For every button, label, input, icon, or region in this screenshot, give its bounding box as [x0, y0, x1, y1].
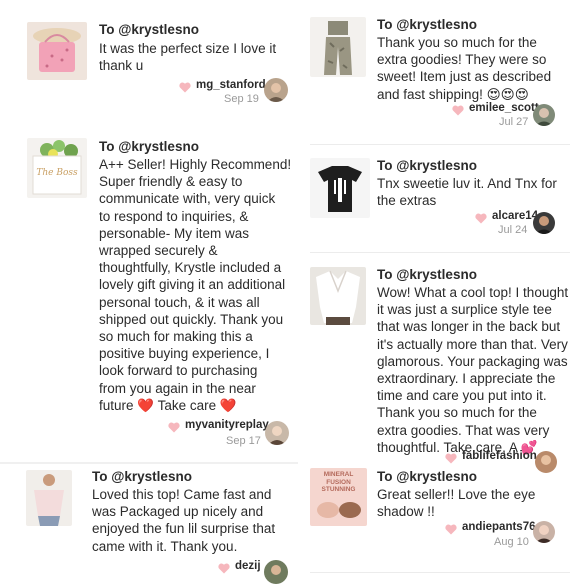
review-text-line: was Packaged up nicely and [92, 504, 264, 520]
review-recipient: To @krystlesno [377, 17, 477, 32]
review-signoff: fablifefashion [445, 450, 537, 463]
review-text-line: personable- My item was [99, 225, 250, 241]
reviewer-username[interactable]: andiepants76 [462, 521, 536, 533]
reviewer-avatar[interactable] [535, 451, 557, 473]
heart-icon [475, 211, 487, 223]
review-date: Jul 24 [498, 224, 528, 236]
review-text-line: glamorous. Your packaging was [377, 353, 568, 369]
review-text-line: It was the perfect size I love it [99, 41, 277, 56]
divider [0, 462, 298, 464]
review-text: Wow! What a cool top! I thought it was j… [377, 284, 568, 456]
review-date: Sep 17 [226, 435, 261, 447]
review-text-line: the extras [377, 193, 437, 209]
review-text-line: A++ Seller! Highly Recommend! [99, 157, 292, 172]
review-text-line: Wow! What a cool top! I thought [377, 285, 569, 300]
review-text-line: Thank you so much for the [377, 35, 537, 50]
review-recipient: To @krystlesno [92, 469, 192, 484]
palette-label: MINERAL FUSION STUNNING [321, 471, 356, 493]
review-text-line: extra goodies! They were so [377, 52, 547, 68]
review-text-line: it's actually more than that. Very [377, 336, 568, 352]
reviewer-username[interactable]: mg_stanford [196, 79, 266, 91]
review-date: Jul 27 [499, 116, 529, 128]
review-signoff: alcare14 [475, 210, 538, 223]
review-date: Aug 10 [494, 536, 529, 548]
review-text-line: lovely gift giving it an additional [99, 277, 286, 293]
review-recipient: To @krystlesno [99, 139, 199, 154]
pink-bag-thumbnail[interactable] [27, 22, 87, 80]
white-top-thumbnail[interactable] [310, 267, 366, 325]
heart-icon [445, 451, 457, 463]
review-text-line: thank u [99, 58, 144, 74]
reviewer-username[interactable]: myvanityreplay [185, 419, 269, 431]
heart-icon [218, 561, 230, 573]
review-text-line: personal touch, & it was all [99, 294, 260, 310]
reviewer-username[interactable]: emilee_scott [469, 102, 539, 114]
review-signoff: andiepants76 [445, 521, 536, 534]
review-signoff: dezij [218, 560, 261, 573]
review-text-line: enjoyed the fun lil surprise that [92, 521, 276, 537]
review-text: Thank you so much for the extra goodies!… [377, 34, 551, 103]
black-tee-thumbnail[interactable] [310, 158, 370, 218]
review-text: Loved this top! Came fast and was Packag… [92, 486, 275, 555]
divider [310, 252, 570, 253]
heart-icon [445, 522, 457, 534]
box-label: The Boss [36, 168, 78, 178]
reviewer-avatar[interactable] [533, 104, 555, 126]
review-text: A++ Seller! Highly Recommend! Super frie… [99, 156, 291, 414]
review-text-line: sweet! Item just as described [377, 69, 552, 85]
review-text: Tnx sweetie luv it. And Tnx for the extr… [377, 175, 557, 209]
review-text-line: Loved this top! Came fast and [92, 487, 272, 502]
review-text-line: shadow !! [377, 504, 435, 520]
review-text-line: Thank you so much for the [377, 405, 537, 421]
review-text-line: Great seller!! Love the eye [377, 487, 536, 502]
review-text-line: Super friendly & easy to [99, 174, 243, 190]
review-recipient: To @krystlesno [377, 469, 477, 484]
reviewer-avatar[interactable] [264, 560, 288, 584]
divider [310, 144, 570, 145]
review-signoff: emilee_scott [452, 102, 539, 115]
review-text-line: time and care you put into it. [377, 388, 547, 404]
review-recipient: To @krystlesno [377, 158, 477, 173]
eyeshadow-palette-thumbnail[interactable]: MINERAL FUSION STUNNING [310, 468, 367, 526]
review-text-line: extra goodies. That was very [377, 422, 550, 438]
review-text: It was the perfect size I love it thank … [99, 40, 276, 74]
review-text-line: that was longer in the back but [377, 319, 561, 335]
review-text-line: it was just a surplice style tee [377, 302, 552, 318]
off-shoulder-top-thumbnail[interactable] [26, 470, 72, 526]
review-text-line: extraordinary. I appreciate the [377, 371, 556, 387]
heart-icon [452, 103, 464, 115]
review-recipient: To @krystlesno [377, 267, 477, 282]
the-boss-box-thumbnail[interactable]: The Boss [27, 138, 87, 198]
reviewer-avatar[interactable] [264, 78, 288, 102]
reviewer-avatar[interactable] [265, 421, 289, 445]
review-text-line: and fast shipping! 😍😍😍 [377, 86, 529, 102]
divider [310, 572, 570, 573]
review-recipient: To @krystlesno [99, 22, 199, 37]
review-text-line: thoughtfully, Krystle included a [99, 260, 282, 276]
review-text-line: so much for making this a [99, 329, 253, 345]
reviewer-username[interactable]: dezij [235, 560, 261, 572]
review-text-line: communicate with, very quick [99, 191, 276, 207]
review-signoff: myvanityreplay [168, 419, 269, 432]
reviewer-avatar[interactable] [533, 212, 555, 234]
review-text-line: wrapped securely & [99, 243, 218, 259]
reviewer-avatar[interactable] [533, 521, 555, 543]
reviewer-username[interactable]: alcare14 [492, 210, 538, 222]
camo-outfit-thumbnail[interactable] [310, 17, 366, 77]
review-text-line: Tnx sweetie luv it. And Tnx for [377, 176, 557, 191]
review-text-line: to respond to inquiries, & [99, 208, 249, 224]
review-text: Great seller!! Love the eye shadow !! [377, 486, 535, 520]
review-text-line: came with it. Thank you. [92, 538, 238, 554]
review-text-line: positive buying experience, I [99, 346, 270, 362]
heart-icon [168, 420, 180, 432]
review-text-line: future ❤️ Take care ❤️ [99, 397, 237, 413]
review-text-line: from you again in the near [99, 380, 256, 396]
review-text-line: look forward to purchasing [99, 363, 258, 379]
review-signoff: mg_stanford [179, 79, 266, 92]
review-date: Sep 19 [224, 93, 259, 105]
reviewer-username[interactable]: fablifefashion [462, 450, 537, 462]
heart-icon [179, 80, 191, 92]
review-text-line: shipped out quickly. Thank you [99, 311, 284, 327]
